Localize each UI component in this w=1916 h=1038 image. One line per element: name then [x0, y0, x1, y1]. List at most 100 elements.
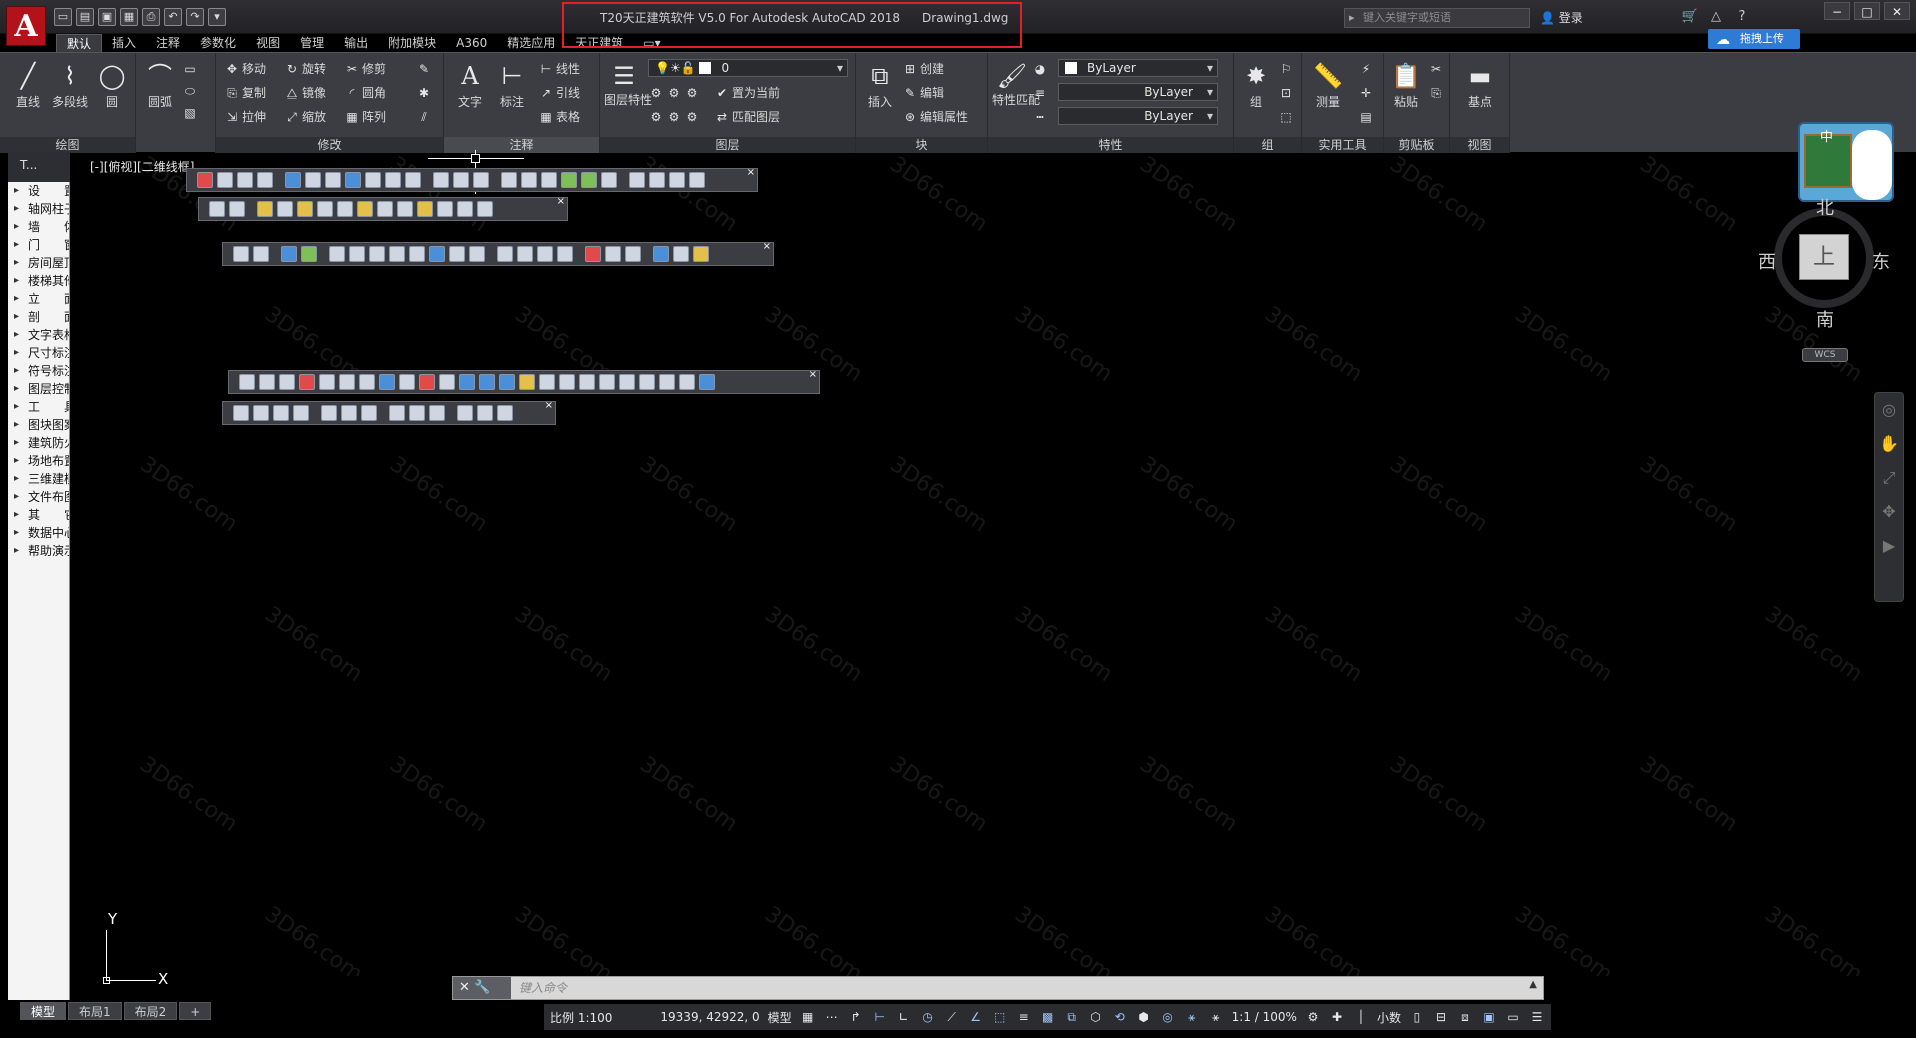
tb5-bars-icon[interactable] [477, 405, 493, 421]
panel-view-title[interactable]: 视图 [1450, 137, 1509, 153]
tb4-room-icon[interactable] [439, 374, 455, 390]
tb1-view-icon[interactable] [601, 172, 617, 188]
tb5-align-top-icon[interactable] [293, 405, 309, 421]
leader-tool[interactable]: ↗ 引线 [538, 83, 580, 103]
tb1-tools-icon[interactable] [629, 172, 645, 188]
tb5-hatch-icon[interactable] [497, 405, 513, 421]
tb1-symbol-icon[interactable] [473, 172, 489, 188]
lock-ui-icon[interactable]: ⊟ [1433, 1009, 1449, 1025]
floating-toolbar-1[interactable]: × [186, 167, 758, 192]
tab-addins[interactable]: 附加模块 [378, 34, 446, 52]
tb5-group-icon[interactable] [361, 405, 377, 421]
tb3-column-icon[interactable] [281, 246, 297, 262]
layer-tools-row2[interactable]: ⚙ ⚙ ⚙ [648, 107, 702, 127]
tb5-align-center-icon[interactable] [253, 405, 269, 421]
ungroup-tool[interactable]: ⚐ [1278, 59, 1296, 79]
tb2-state-icon[interactable] [477, 201, 493, 217]
tb3-symbol-icon[interactable] [469, 246, 485, 262]
tb3-wall-tool-icon[interactable] [233, 246, 249, 262]
tb2-sun-icon[interactable] [297, 201, 313, 217]
quick-properties-icon[interactable]: ▯ [1409, 1009, 1425, 1025]
tb4-arc-icon[interactable] [399, 374, 415, 390]
trim-tool[interactable]: ✂ 修剪 [344, 59, 386, 79]
tab-view[interactable]: 视图 [246, 34, 290, 52]
tb5-align-left-icon[interactable] [233, 405, 249, 421]
minimize-button[interactable]: − [1824, 2, 1850, 20]
tb3-dim-arc-icon[interactable] [389, 246, 405, 262]
palette-item-tools[interactable]: 工 具 [8, 398, 69, 416]
tb4-rail-icon[interactable] [579, 374, 595, 390]
pan-hand-icon[interactable]: ✋ [1875, 427, 1903, 461]
auto-scale-icon[interactable]: ⚹ [1208, 1009, 1224, 1025]
quick-select-tool[interactable]: ⚡ [1358, 59, 1376, 79]
floating-toolbar-5[interactable]: × [222, 400, 556, 425]
explode-tool[interactable]: ✱ [416, 83, 434, 103]
tb4-pillar-icon[interactable] [499, 374, 515, 390]
floating-toolbar-4[interactable]: × [228, 369, 820, 394]
palette-item-fire-protection[interactable]: 建筑防火 [8, 434, 69, 452]
zoom-extents-icon[interactable]: ⤢ [1875, 461, 1903, 495]
tb4-grid-icon[interactable] [299, 374, 315, 390]
tb4-truss-icon[interactable] [539, 374, 555, 390]
tb2-close-icon[interactable]: × [557, 196, 565, 207]
tb4-tree-icon[interactable] [599, 374, 615, 390]
status-menu-icon[interactable]: ☰ [1529, 1009, 1545, 1025]
group-edit-tool[interactable]: ⊡ [1278, 83, 1296, 103]
tb2-light-icon[interactable] [357, 201, 373, 217]
tb4-text-icon[interactable] [659, 374, 675, 390]
selection-filter-icon[interactable]: ⬢ [1136, 1009, 1152, 1025]
dimension-tool[interactable]: ⊢ 标注 [492, 59, 532, 110]
tb3-dim-chain-icon[interactable] [349, 246, 365, 262]
command-history-icon[interactable]: ▲ [1529, 979, 1537, 990]
ellipse-tool[interactable]: ⬭ [182, 81, 200, 101]
tb1-elevator-icon[interactable] [385, 172, 401, 188]
close-button[interactable]: ✕ [1884, 2, 1910, 20]
tb2-layer-icon[interactable] [209, 201, 225, 217]
lineweight-dropdown[interactable]: ByLayer [1058, 83, 1218, 101]
circle-tool[interactable]: ◯ 圆 [92, 59, 132, 110]
save-icon[interactable]: ▣ [98, 8, 116, 26]
print-icon[interactable]: ⎙ [142, 8, 160, 26]
match-properties-tool[interactable]: 🖌 特性匹配 [992, 59, 1040, 107]
layer-properties-tool[interactable]: ☰ 图层特性 [604, 59, 652, 107]
panel-block-title[interactable]: 块 [856, 137, 987, 153]
panel-annotation-title[interactable]: 注释 [444, 137, 599, 153]
transparency-icon[interactable]: ▩ [1040, 1009, 1056, 1025]
tb4-beam-icon[interactable] [519, 374, 535, 390]
selection-cycling-icon[interactable]: ⧉ [1064, 1009, 1080, 1025]
scale-tool[interactable]: ⤢ 缩放 [284, 107, 326, 127]
model-space-toggle[interactable]: 模型 [768, 1009, 792, 1026]
tb3-image-icon[interactable] [537, 246, 553, 262]
customize-cmd-icon[interactable]: 🔧 [474, 980, 490, 995]
coordinates-readout[interactable]: 19339, 42922, 0 [660, 1010, 759, 1024]
annotation-visibility-icon[interactable]: ⚹ [1184, 1009, 1200, 1025]
tb1-pan-icon[interactable] [669, 172, 685, 188]
calculator-tool[interactable]: ▤ [1358, 107, 1376, 127]
orbit-icon[interactable]: ✥ [1875, 495, 1903, 529]
tb1-text-icon[interactable] [433, 172, 449, 188]
tb4-stack-icon[interactable] [279, 374, 295, 390]
palette-item-3d-modeling[interactable]: 三维建模 [8, 470, 69, 488]
move-tool[interactable]: ✥ 移动 [224, 59, 266, 79]
viewcube[interactable]: 北 南 西 东 上 [1758, 198, 1890, 331]
tb2-freeze-icon[interactable] [277, 201, 293, 217]
floating-toolbar-3[interactable]: × [222, 241, 774, 266]
tb2-layer-off-icon[interactable] [229, 201, 245, 217]
ortho-icon[interactable]: ∟ [896, 1009, 912, 1025]
scale-dropdown[interactable]: 比例 1:100 [550, 1009, 612, 1026]
tb5-merge-icon[interactable] [429, 405, 445, 421]
tb5-close-icon[interactable]: × [545, 400, 553, 411]
tb3-export-icon[interactable] [557, 246, 573, 262]
panel-modify-title[interactable]: 修改 [216, 137, 443, 153]
point-tool[interactable]: ✛ [1358, 83, 1376, 103]
tb3-view-icon[interactable] [625, 246, 641, 262]
base-point-tool[interactable]: ▬ 基点 [1460, 59, 1500, 110]
tb1-roof-icon[interactable] [345, 172, 361, 188]
tb3-offset-icon[interactable] [253, 246, 269, 262]
palette-item-text-tables[interactable]: 文字表格 [8, 326, 69, 344]
clean-screen-icon[interactable]: ▭ [1505, 1009, 1521, 1025]
tab-manage[interactable]: 管理 [290, 34, 334, 52]
close-cmd-icon[interactable]: ✕ [459, 980, 470, 995]
tb3-close-icon[interactable]: × [763, 241, 771, 252]
app-logo[interactable]: A [6, 6, 46, 46]
